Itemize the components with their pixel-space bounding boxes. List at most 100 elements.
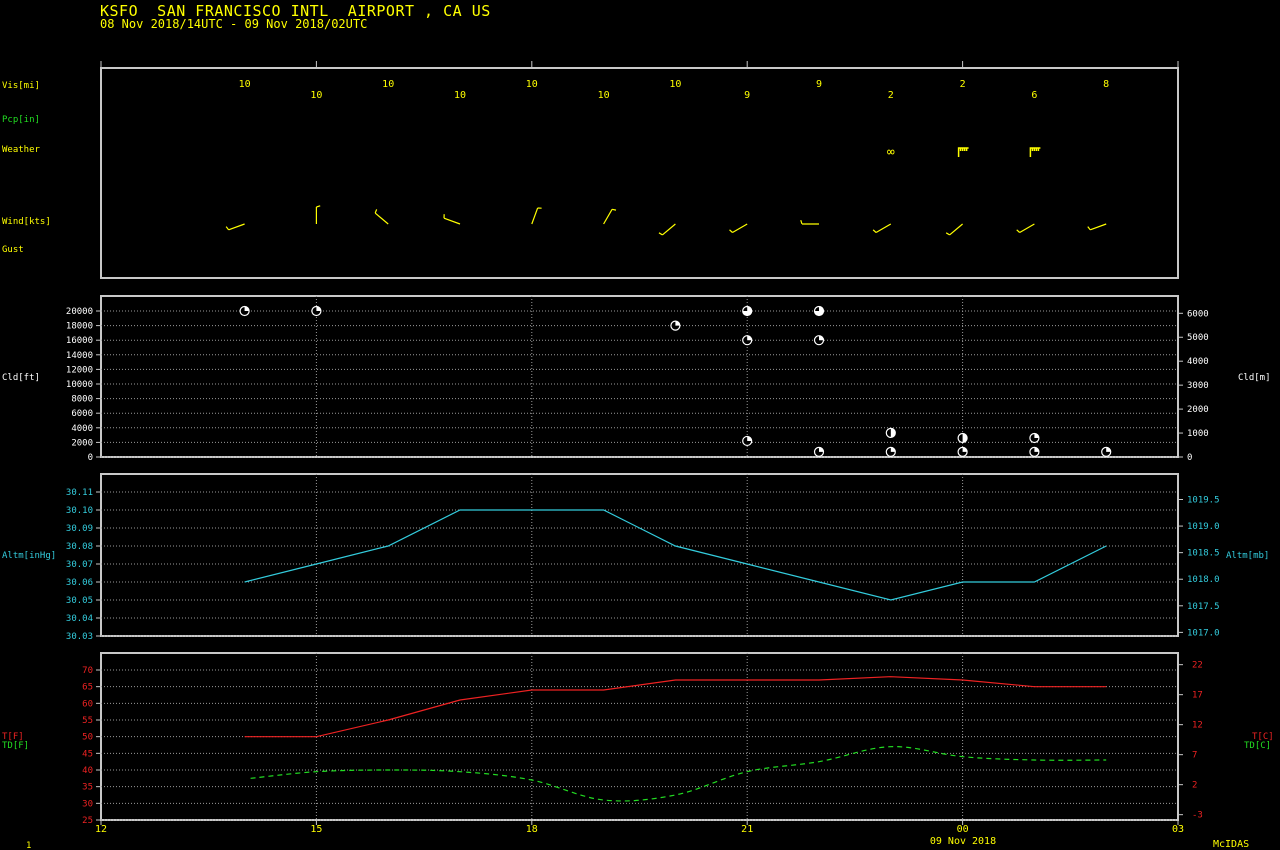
- temp-c-tick-label: 12: [1192, 721, 1203, 731]
- temp-f-tick-label: 25: [82, 816, 93, 826]
- temp-f-tick-label: 65: [82, 683, 93, 693]
- temp-f-tick-label: 40: [82, 766, 93, 776]
- cld-m-axis-label: Cld[m]: [1238, 373, 1271, 383]
- visibility-value: 10: [382, 79, 394, 90]
- cld-ft-tick-label: 4000: [71, 424, 93, 434]
- cloud-fill: [819, 335, 824, 341]
- visibility-value: 10: [239, 79, 251, 90]
- visibility-value: 2: [960, 79, 966, 90]
- visibility-value: 10: [598, 90, 610, 101]
- temp-c-tick-label: 22: [1192, 661, 1203, 671]
- cloud-cover-broken-symbol: [742, 305, 753, 317]
- wind-barb-feather: [729, 229, 733, 233]
- cloud-cover-few-symbol: [239, 305, 250, 317]
- dewpoint-f-axis-label: TD[F]: [2, 741, 29, 751]
- cld-ft-tick-label: 2000: [71, 438, 93, 448]
- meteogram: Vis[mi]Pcp[in]WeatherWind[kts]Gust101010…: [2, 61, 1274, 850]
- dewpoint-c-axis-label: TD[C]: [1244, 741, 1271, 751]
- temp-f-tick-label: 55: [82, 716, 93, 726]
- cld-ft-tick-label: 6000: [71, 409, 93, 419]
- cloud-cover-broken-symbol: [813, 305, 825, 317]
- cloud-cover-few-symbol: [311, 305, 322, 317]
- cld-m-tick-label: 4000: [1187, 357, 1209, 367]
- altm-inhg-tick-label: 30.09: [66, 524, 93, 534]
- altm-inhg-tick-label: 30.07: [66, 560, 93, 570]
- cld-ft-axis-label: Cld[ft]: [2, 373, 40, 383]
- x-tick-label: 18: [526, 824, 538, 835]
- wind-barb-feather: [1016, 229, 1021, 233]
- cld-ft-tick-label: 18000: [66, 322, 93, 332]
- x-tick-label: 15: [310, 824, 322, 835]
- wind-barb-feather: [658, 232, 663, 236]
- cld-m-tick-label: 6000: [1187, 309, 1209, 319]
- cld-ft-tick-label: 10000: [66, 380, 93, 390]
- wind-barb-feather: [611, 208, 617, 211]
- temp-f-tick-label: 50: [82, 733, 93, 743]
- cloud-fill: [890, 447, 896, 452]
- obs-row-label: Pcp[in]: [2, 115, 40, 125]
- cloud-fill: [675, 321, 680, 326]
- temp-c-tick-label: 17: [1192, 691, 1203, 701]
- altm-inhg-tick-label: 30.08: [66, 542, 93, 552]
- footer-date-label: 09 Nov 2018: [930, 836, 996, 847]
- obs-row-label: Weather: [2, 145, 41, 155]
- altm-inhg-tick-label: 30.06: [66, 578, 93, 588]
- temp-f-tick-label: 30: [82, 799, 93, 809]
- cloud-cover-few-symbol: [742, 335, 753, 346]
- x-tick-label: 21: [741, 824, 753, 835]
- cloud-cover-few-symbol: [670, 320, 681, 331]
- weather-mist-symbol: [1029, 147, 1041, 157]
- wind-barb: [374, 212, 389, 225]
- panel-frame-obs: [100, 67, 1179, 279]
- panel-frame-alt: [100, 473, 1179, 637]
- visibility-value: 9: [816, 79, 822, 90]
- cloud-fill: [747, 436, 752, 441]
- wind-barb: [443, 217, 461, 225]
- cloud-fill: [316, 306, 321, 311]
- obs-row-label: Vis[mi]: [2, 81, 40, 91]
- cloud-cover-few-symbol: [885, 446, 896, 457]
- altm-mb-tick-label: 1018.5: [1187, 549, 1220, 559]
- cld-ft-tick-label: 0: [88, 453, 93, 463]
- wind-barb: [949, 223, 963, 236]
- temp-f-tick-label: 35: [82, 783, 93, 793]
- visibility-value: 10: [310, 90, 322, 101]
- altm-mb-tick-label: 1018.0: [1187, 575, 1220, 585]
- wind-barb: [875, 223, 892, 234]
- cld-m-tick-label: 5000: [1187, 333, 1209, 343]
- cloud-cover-scattered-symbol: [957, 432, 968, 444]
- cld-m-tick-label: 3000: [1187, 381, 1209, 391]
- altm-mb-tick-label: 1017.0: [1187, 628, 1220, 638]
- cld-m-tick-label: 2000: [1187, 405, 1209, 415]
- cloud-cover-scattered-symbol: [885, 427, 896, 439]
- cld-ft-tick-label: 12000: [66, 365, 93, 375]
- cloud-fill: [244, 306, 250, 311]
- visibility-value: 9: [744, 90, 750, 101]
- altimeter-series-line: [244, 509, 1107, 601]
- wind-barb: [661, 223, 676, 236]
- cloud-cover-few-symbol: [1101, 446, 1112, 457]
- visibility-value: 10: [669, 79, 681, 90]
- altm-inhg-tick-label: 30.04: [66, 614, 93, 624]
- cloud-cover-few-symbol: [1029, 446, 1040, 457]
- wind-barb: [1019, 223, 1035, 234]
- wind-barb: [603, 208, 613, 225]
- cld-ft-tick-label: 16000: [66, 336, 93, 346]
- cld-ft-tick-label: 14000: [66, 351, 93, 361]
- cloud-fill: [1034, 433, 1039, 439]
- wind-barb: [732, 223, 748, 234]
- altm-inhg-tick-label: 30.03: [66, 632, 93, 642]
- cld-m-tick-label: 0: [1187, 453, 1192, 463]
- cloud-cover-few-symbol: [813, 446, 825, 457]
- temp-c-tick-label: 7: [1192, 751, 1197, 761]
- cloud-fill: [1106, 447, 1111, 452]
- temperature-series-line: [244, 676, 1107, 738]
- wind-barb: [228, 223, 245, 231]
- visibility-value: 2: [888, 90, 894, 101]
- temp-f-tick-label: 45: [82, 749, 93, 759]
- weather-haze-symbol: ∞: [887, 145, 895, 160]
- cloud-cover-few-symbol: [813, 335, 825, 346]
- altm-inhg-tick-label: 30.10: [66, 506, 93, 516]
- temp-c-tick-label: -3: [1192, 811, 1203, 821]
- cloud-fill: [747, 335, 752, 341]
